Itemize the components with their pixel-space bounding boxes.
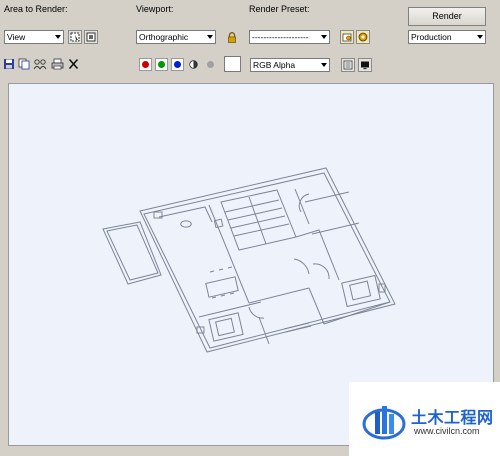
render-preset-dropdown[interactable]: -------------------- [249, 30, 330, 44]
area-to-render-value: View [7, 32, 26, 42]
render-preset-value: -------------------- [252, 32, 309, 42]
area-to-render-dropdown[interactable]: View [4, 30, 64, 44]
channel-display-icon[interactable] [341, 58, 355, 72]
watermark-emblem [362, 406, 406, 440]
print-icon[interactable] [51, 58, 64, 70]
watermark-site-name: 土木工程网 [411, 408, 494, 427]
area-to-render-label: Area to Render: [4, 4, 68, 14]
chevron-down-icon [318, 59, 329, 71]
render-mode-dropdown[interactable]: Production [408, 30, 486, 44]
region-icon[interactable] [68, 30, 82, 44]
background-color-swatch[interactable] [224, 56, 241, 72]
render-mode-value: Production [411, 32, 452, 42]
watermark-url: www.civilcn.com [414, 426, 480, 436]
clone-icon[interactable] [33, 58, 47, 70]
chevron-down-icon [52, 31, 63, 43]
crop-icon[interactable] [84, 30, 98, 44]
green-channel-icon [158, 61, 165, 68]
copy-icon[interactable] [18, 58, 30, 70]
render-button[interactable]: Render [408, 7, 486, 26]
mono-icon[interactable] [189, 60, 198, 69]
clear-icon[interactable] [68, 58, 79, 70]
alpha-channel-toggle[interactable] [206, 60, 215, 69]
channel-value: RGB Alpha [253, 60, 296, 70]
teapot-icon[interactable] [356, 30, 370, 44]
watermark-logo: 土木工程网 www.civilcn.com [349, 382, 500, 456]
chevron-down-icon [474, 31, 485, 43]
green-channel-toggle[interactable] [155, 58, 168, 71]
red-channel-icon [142, 61, 149, 68]
chevron-down-icon [318, 31, 329, 43]
blue-channel-icon [174, 61, 181, 68]
preset-open-icon[interactable] [340, 30, 354, 44]
monitor-icon[interactable] [358, 58, 372, 72]
save-icon[interactable] [3, 58, 15, 70]
render-preset-label: Render Preset: [249, 4, 310, 14]
alpha-channel-icon [207, 61, 214, 68]
lock-icon[interactable] [225, 30, 239, 44]
viewport-dropdown[interactable]: Orthographic [136, 30, 216, 44]
chevron-down-icon [204, 31, 215, 43]
channel-dropdown[interactable]: RGB Alpha [250, 58, 330, 72]
viewport-value: Orthographic [139, 32, 189, 42]
blue-channel-toggle[interactable] [171, 58, 184, 71]
viewport-label: Viewport: [136, 4, 174, 14]
red-channel-toggle[interactable] [139, 58, 152, 71]
